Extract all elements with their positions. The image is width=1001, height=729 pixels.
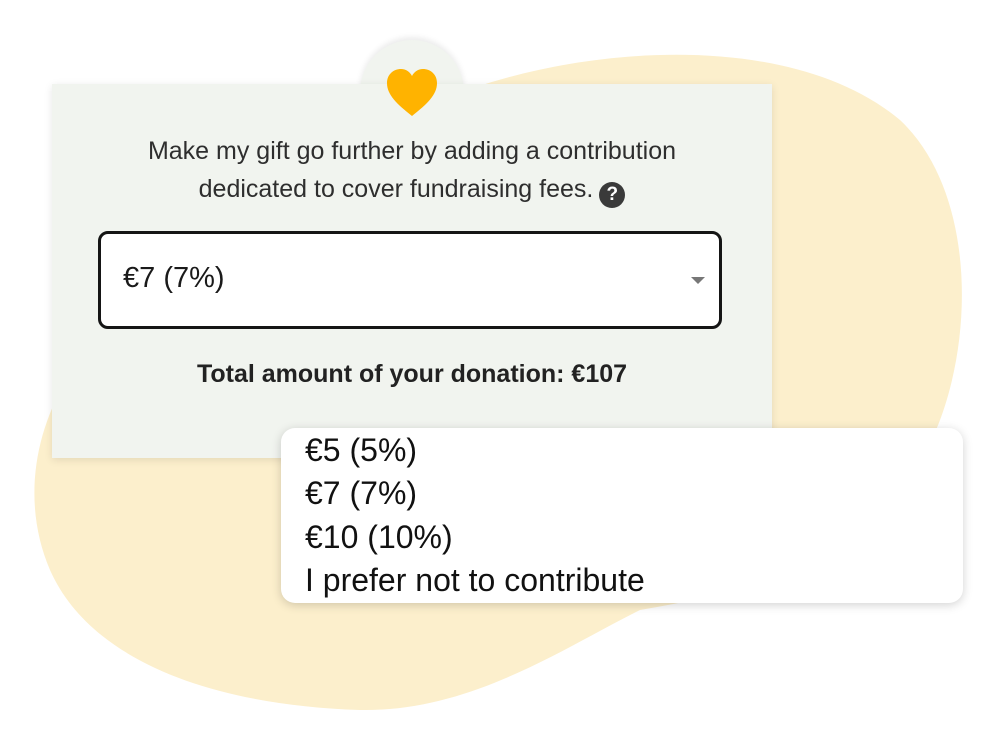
contribution-description: Make my gift go further by adding a cont… bbox=[52, 132, 772, 208]
caret-down-icon[interactable] bbox=[691, 277, 705, 284]
help-icon[interactable]: ? bbox=[599, 182, 626, 208]
option-no-contribution[interactable]: I prefer not to contribute bbox=[305, 562, 645, 599]
contribution-dropdown: €5 (5%) €7 (7%) €10 (10%) I prefer not t… bbox=[281, 428, 963, 603]
option-7-percent[interactable]: €7 (7%) bbox=[305, 475, 417, 512]
description-line-2-text: dedicated to cover fundraising fees. bbox=[198, 175, 594, 203]
donation-total: Total amount of your donation: €107 bbox=[196, 360, 628, 388]
option-5-percent[interactable]: €5 (5%) bbox=[305, 432, 417, 469]
option-10-percent[interactable]: €10 (10%) bbox=[305, 519, 453, 556]
contribution-select[interactable]: €7 (7%) bbox=[98, 231, 722, 329]
description-line-2: dedicated to cover fundraising fees.? bbox=[52, 170, 772, 208]
selected-contribution: €7 (7%) bbox=[123, 262, 225, 294]
description-line-1: Make my gift go further by adding a cont… bbox=[147, 137, 677, 165]
heart-icon bbox=[387, 69, 437, 116]
